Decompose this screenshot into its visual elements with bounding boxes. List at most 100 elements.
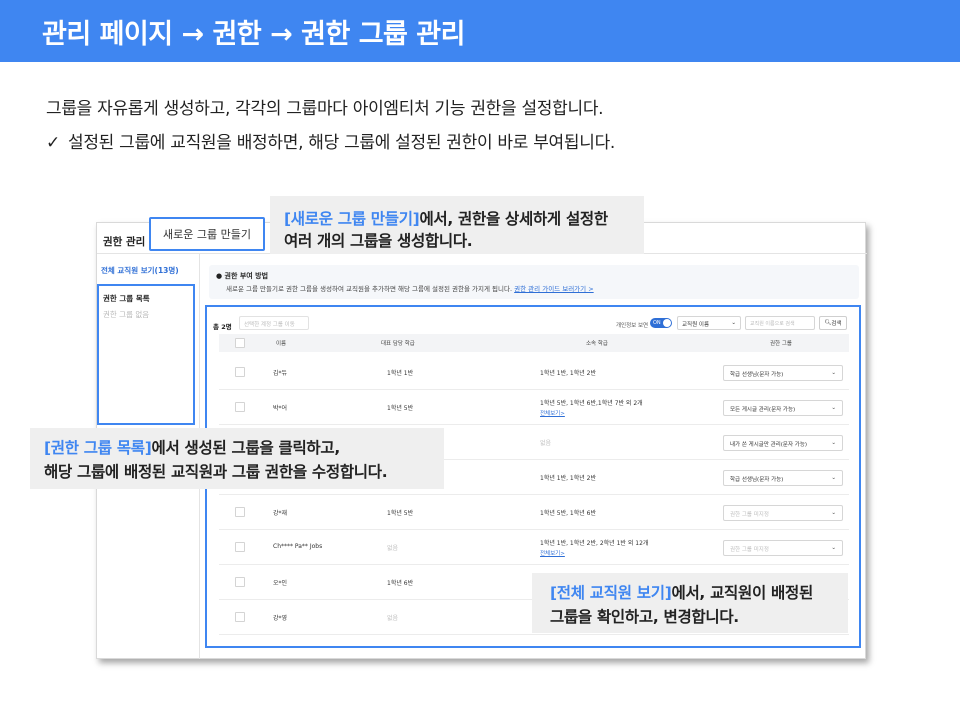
callout-all-staff-line2: 그룹을 확인하고, 변경합니다. [550, 608, 739, 626]
row-name: 김*듀 [273, 370, 288, 377]
bulk-move-select[interactable]: 선택한 계정 그룹 이동 [239, 316, 309, 330]
row-homeroom: 1학년 5반 [387, 510, 414, 517]
row-checkbox[interactable] [235, 367, 245, 377]
row-classes-text: 1학년 5반, 1학년 6반,1학년 7반 외 2개 [540, 400, 643, 407]
row-classes-text: 없음 [540, 440, 552, 447]
sort-select-value: 교직원 이름 [682, 322, 710, 328]
row-checkbox[interactable] [235, 402, 245, 412]
callout-all-staff-text: 에서, 교직원이 배정된 [671, 584, 813, 602]
chevron-down-icon: ⌄ [831, 440, 836, 446]
page-title: 관리 페이지 → 권한 → 권한 그룹 관리 [42, 19, 465, 50]
info-text-body: 새로운 그룹 만들기로 권한 그룹을 생성하여 교직원을 추가하면 해당 그룹에… [226, 285, 513, 293]
chevron-down-icon: ⌄ [831, 510, 836, 516]
row-name: 강*재 [273, 510, 288, 517]
row-homeroom: 1학년 1반 [387, 370, 414, 377]
row-homeroom: 1학년 6반 [387, 580, 414, 587]
info-icon: ● [216, 272, 223, 280]
info-title-text: 권한 부여 방법 [224, 272, 269, 280]
guide-link[interactable]: 권한 관리 가이드 보러가기 > [514, 285, 594, 293]
all-staff-link[interactable]: 전체 교직원 보기(13명) [101, 265, 179, 276]
callout-group-list: [권한 그룹 목록]에서 생성된 그룹을 클릭하고, 해당 그룹에 배정된 교직… [30, 428, 444, 489]
view-all-link[interactable]: 전체보기> [540, 549, 648, 557]
row-classes: 1학년 1반, 1학년 2반 [540, 368, 596, 377]
role-select[interactable]: 학급 선생님(문자 가능) ⌄ [723, 365, 843, 381]
panel-title: 권한 관리 [103, 236, 146, 248]
table-row: 김*듀 1학년 1반 1학년 1반, 1학년 2반 학급 선생님(문자 가능) ⌄ [219, 355, 849, 390]
intro-line-2-text: 설정된 그룹에 교직원을 배정하면, 해당 그룹에 설정된 권한이 바로 부여됩… [68, 133, 616, 153]
callout-new-group-highlight: [새로운 그룹 만들기] [284, 210, 420, 228]
role-select-value: 모든 게시글 관리(문자 가능) [730, 407, 796, 413]
row-name: 오*인 [273, 580, 288, 587]
callout-group-list-highlight: [권한 그룹 목록] [44, 439, 152, 457]
row-classes-text: 1학년 1반, 1학년 2반, 2학년 1반 외 12개 [540, 540, 649, 547]
privacy-toggle-label: 개인정보 보연 [616, 323, 649, 329]
col-homeroom: 대표 담당 학급 [381, 341, 415, 347]
row-classes: 1학년 5반, 1학년 6반 [540, 508, 596, 517]
info-text: 새로운 그룹 만들기로 권한 그룹을 생성하여 교직원을 추가하면 해당 그룹에… [226, 283, 594, 293]
group-list-empty: 권한 그룹 없음 [103, 310, 150, 319]
search-input[interactable]: 교직원 이름으로 검색 [745, 316, 815, 330]
row-checkbox[interactable] [235, 577, 245, 587]
callout-all-staff-highlight: [전체 교직원 보기] [550, 584, 672, 602]
role-select-value: 권한 그룹 미지정 [730, 512, 769, 518]
table-header: 이름 대표 담당 학급 소속 학급 권한 그룹 [219, 334, 849, 352]
role-select[interactable]: 권한 그룹 미지정 ⌄ [723, 505, 843, 521]
row-classes-text: 1학년 1반, 1학년 2반 [540, 475, 597, 482]
callout-all-staff: [전체 교직원 보기]에서, 교직원이 배정된 그룹을 확인하고, 변경합니다. [532, 573, 848, 633]
col-name: 이름 [276, 341, 287, 347]
row-name: 강*영 [273, 615, 288, 622]
header-bar: 관리 페이지 → 권한 → 권한 그룹 관리 [0, 0, 960, 62]
row-name: Ch**** Pa** Jobs [273, 543, 323, 550]
row-classes: 1학년 1반, 1학년 2반, 2학년 1반 외 12개전체보기> [540, 538, 648, 557]
chevron-down-icon: ⌄ [731, 320, 736, 326]
row-homeroom: 없음 [387, 615, 399, 622]
row-checkbox[interactable] [235, 612, 245, 622]
info-box: ● 권한 부여 방법 새로운 그룹 만들기로 권한 그룹을 생성하여 교직원을 … [209, 265, 859, 299]
chevron-down-icon: ⌄ [831, 405, 836, 411]
row-classes: 1학년 5반, 1학년 6반,1학년 7반 외 2개전체보기> [540, 398, 643, 417]
row-classes: 없음 [540, 438, 551, 447]
search-button[interactable]: 🔍︎ 검색 [819, 316, 847, 330]
view-all-link[interactable]: 전체보기> [540, 409, 643, 417]
row-classes: 1학년 1반, 1학년 2반 [540, 473, 596, 482]
search-icon: 🔍︎ [824, 320, 832, 326]
group-list-title: 권한 그룹 목록 [103, 294, 150, 303]
role-select-value: 학급 선생님(문자 가능) [730, 372, 784, 378]
table-row: 강*재 1학년 5반 1학년 5반, 1학년 6반 권한 그룹 미지정 ⌄ [219, 495, 849, 530]
row-classes-text: 1학년 5반, 1학년 6반 [540, 510, 597, 517]
role-select[interactable]: 내가 쓴 게시글만 관리(문자 가능) ⌄ [723, 435, 843, 451]
callout-group-list-text: 에서 생성된 그룹을 클릭하고, [151, 439, 341, 457]
intro-line-1: 그룹을 자유롭게 생성하고, 각각의 그룹마다 아이엠티처 기능 권한을 설정합… [46, 99, 604, 119]
role-select[interactable]: 학급 선생님(문자 가능) ⌄ [723, 470, 843, 486]
col-classes: 소속 학급 [586, 341, 608, 347]
select-all-checkbox[interactable] [235, 338, 245, 348]
check-icon: ✓ [46, 133, 60, 153]
chevron-down-icon: ⌄ [831, 545, 836, 551]
role-select-value: 학급 선생님(문자 가능) [730, 477, 784, 483]
callout-new-group-text: 에서, 권한을 상세하게 설정한 [419, 210, 608, 228]
search-button-label: 검색 [831, 321, 842, 327]
row-homeroom: 없음 [387, 545, 399, 552]
role-select-value: 내가 쓴 게시글만 관리(문자 가능) [730, 442, 808, 448]
role-select-value: 권한 그룹 미지정 [730, 547, 769, 553]
callout-new-group-line2: 여러 개의 그룹을 생성합니다. [284, 232, 473, 250]
intro-line-2: ✓ 설정된 그룹에 교직원을 배정하면, 해당 그룹에 설정된 권한이 바로 부여… [46, 128, 615, 153]
role-select[interactable]: 모든 게시글 관리(문자 가능) ⌄ [723, 400, 843, 416]
row-homeroom: 1학년 5반 [387, 405, 414, 412]
new-group-button[interactable]: 새로운 그룹 만들기 [149, 217, 265, 251]
callout-new-group: [새로운 그룹 만들기]에서, 권한을 상세하게 설정한 여러 개의 그룹을 생… [270, 196, 644, 254]
privacy-toggle[interactable]: ON [650, 318, 672, 328]
role-select[interactable]: 권한 그룹 미지정 ⌄ [723, 540, 843, 556]
row-name: 박*어 [273, 405, 288, 412]
info-title: ● 권한 부여 방법 [216, 271, 268, 281]
col-role: 권한 그룹 [770, 341, 792, 347]
chevron-down-icon: ⌄ [831, 370, 836, 376]
table-row: 박*어 1학년 5반 1학년 5반, 1학년 6반,1학년 7반 외 2개전체보기>… [219, 390, 849, 425]
row-checkbox[interactable] [235, 542, 245, 552]
table-row: Ch**** Pa** Jobs 없음 1학년 1반, 1학년 2반, 2학년 1반… [219, 530, 849, 565]
row-classes-text: 1학년 1반, 1학년 2반 [540, 370, 597, 377]
sort-select[interactable]: 교직원 이름 ⌄ [677, 316, 741, 330]
total-count: 총 2명 [213, 323, 232, 331]
row-checkbox[interactable] [235, 507, 245, 517]
group-list-box: 권한 그룹 목록 권한 그룹 없음 [97, 284, 195, 425]
